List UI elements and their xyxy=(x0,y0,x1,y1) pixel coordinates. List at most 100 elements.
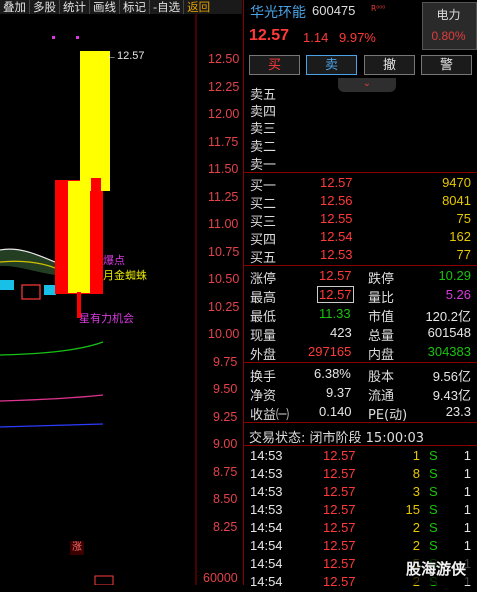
outer-volume-value: 297165 xyxy=(308,344,352,359)
low-label: 最低 xyxy=(250,310,277,325)
sector-label: 电力 xyxy=(436,8,461,22)
r-mark: R⁰⁰⁰ xyxy=(371,4,386,13)
toolbar-draw-button[interactable]: 画线 xyxy=(90,0,120,14)
limit-down-label: 跌停 xyxy=(368,272,395,287)
tick-row: 14:53 12.57 3 S 1 xyxy=(250,484,471,499)
tick-row: 14:54 12.57 2 S 1 xyxy=(250,520,471,535)
share-capital-label: 股本 xyxy=(368,370,395,385)
toolbar-multistock-button[interactable]: 多股 xyxy=(30,0,60,14)
y-tick: 8.75 xyxy=(213,465,238,479)
stock-code: 600475 xyxy=(312,3,356,18)
limit-down-value: 10.29 xyxy=(438,268,471,283)
limit-up-value: 12.57 xyxy=(319,268,352,283)
limit-up-label: 涨停 xyxy=(250,272,277,287)
net-asset-value: 9.37 xyxy=(326,385,352,400)
sell-level-3: 卖三 xyxy=(250,122,277,137)
volume-ratio-value: 5.26 xyxy=(445,287,471,302)
price-change: 1.14 xyxy=(303,30,329,45)
outer-volume-label: 外盘 xyxy=(250,348,277,363)
buy-level-price: 12.56 xyxy=(320,193,353,208)
y-tick: 8.25 xyxy=(213,520,238,534)
y-tick: 10.75 xyxy=(208,245,240,259)
eps-value: 0.140 xyxy=(319,404,352,419)
toolbar-stats-button[interactable]: 统计 xyxy=(60,0,90,14)
toolbar-back-button[interactable]: 返回 xyxy=(184,0,213,14)
sell-level-2: 卖二 xyxy=(250,140,277,155)
chart-toolbar: 叠加 多股 统计 画线 标记 -自选 返回 xyxy=(0,0,242,14)
turnover-label: 换手 xyxy=(250,370,277,385)
y-tick: 8.50 xyxy=(213,492,238,506)
buy-level-volume: 8041 xyxy=(442,193,471,208)
divider xyxy=(244,422,477,423)
divider xyxy=(244,362,477,363)
y-tick: 10.50 xyxy=(208,272,240,286)
watermark: 股海游侠 xyxy=(406,560,467,578)
buy-level-label: 买二 xyxy=(250,197,277,212)
share-capital-value: 9.56亿 xyxy=(432,369,471,384)
buy-level-price: 12.55 xyxy=(320,211,353,226)
float-value: 9.43亿 xyxy=(432,388,471,403)
toolbar-watchlist-button[interactable]: -自选 xyxy=(150,0,185,14)
zhang-marker: 涨 xyxy=(70,541,84,555)
float-label: 流通 xyxy=(368,389,395,404)
current-volume-value: 423 xyxy=(330,325,352,340)
y-tick: 9.75 xyxy=(213,355,238,369)
volume-ratio-label: 量比 xyxy=(368,291,395,306)
buy-level-price: 12.54 xyxy=(320,229,353,244)
low-value: 11.33 xyxy=(319,306,351,321)
toolbar-overlay-button[interactable]: 叠加 xyxy=(0,0,30,14)
total-volume-value: 601548 xyxy=(427,325,471,340)
stock-name: 华光环能 xyxy=(250,5,306,21)
net-asset-label: 净资 xyxy=(250,389,277,404)
tick-row: 14:53 12.57 1 S 1 xyxy=(250,448,471,463)
buy-level-volume: 9470 xyxy=(442,175,471,190)
expand-chevron-icon[interactable]: ⌄ xyxy=(338,78,396,92)
y-tick: 11.75 xyxy=(208,135,239,149)
buy-level-label: 买五 xyxy=(250,251,277,266)
sell-button[interactable]: 卖 xyxy=(306,55,357,75)
y-tick: 9.25 xyxy=(213,410,238,424)
buy-level-volume: 75 xyxy=(456,211,471,226)
buy-level-volume: 77 xyxy=(456,247,471,262)
buy-level-label: 买四 xyxy=(250,233,277,248)
y-tick: 12.25 xyxy=(208,80,240,94)
toolbar-mark-button[interactable]: 标记 xyxy=(120,0,150,14)
cancel-button[interactable]: 撤 xyxy=(364,55,415,75)
high-price-label: ←12.57 xyxy=(106,50,145,62)
sell-level-1: 卖一 xyxy=(250,158,277,173)
tick-row: 14:53 12.57 8 S 1 xyxy=(250,466,471,481)
high-label: 最高 xyxy=(250,291,277,306)
eps-label: 收益㈠ xyxy=(250,408,290,423)
last-price: 12.57 xyxy=(249,27,290,44)
y-tick: 11.25 xyxy=(208,190,239,204)
annotation-zhizhu: 月金蜘蛛 xyxy=(103,269,147,282)
sector-pct: 0.80% xyxy=(431,29,466,43)
annotation-jihui: 星有力机会 xyxy=(79,312,134,325)
high-value: 12.57 xyxy=(317,286,354,303)
inner-volume-label: 内盘 xyxy=(368,348,395,363)
buy-level-label: 买三 xyxy=(250,215,277,230)
buy-level-volume: 162 xyxy=(449,229,471,244)
buy-level-price: 12.57 xyxy=(320,175,353,190)
current-volume-label: 现量 xyxy=(250,329,277,344)
price-change-pct: 9.97% xyxy=(339,30,376,45)
buy-button[interactable]: 买 xyxy=(249,55,300,75)
market-cap-label: 市值 xyxy=(368,310,395,325)
y-tick: 9.00 xyxy=(213,437,238,451)
pe-label: PE(动) xyxy=(368,408,408,423)
alert-button[interactable]: 警 xyxy=(421,55,472,75)
y-tick: 10.00 xyxy=(208,327,240,341)
tick-row: 14:54 12.57 2 S 1 xyxy=(250,538,471,553)
y-tick: 12.50 xyxy=(208,52,240,66)
trade-status: 交易状态: 闭市阶段 15:00:03 xyxy=(249,431,425,446)
pe-value: 23.3 xyxy=(445,404,471,419)
tick-row: 14:53 12.57 15 S 1 xyxy=(250,502,471,517)
annotation-baodian: 爆点 xyxy=(103,254,125,267)
market-cap-value: 120.2亿 xyxy=(425,309,471,324)
kline-chart[interactable] xyxy=(0,14,242,585)
inner-volume-value: 304383 xyxy=(427,344,471,359)
divider xyxy=(244,445,477,446)
y-tick: 9.50 xyxy=(213,382,238,396)
y-tick: 11.50 xyxy=(208,162,239,176)
total-volume-label: 总量 xyxy=(368,329,395,344)
